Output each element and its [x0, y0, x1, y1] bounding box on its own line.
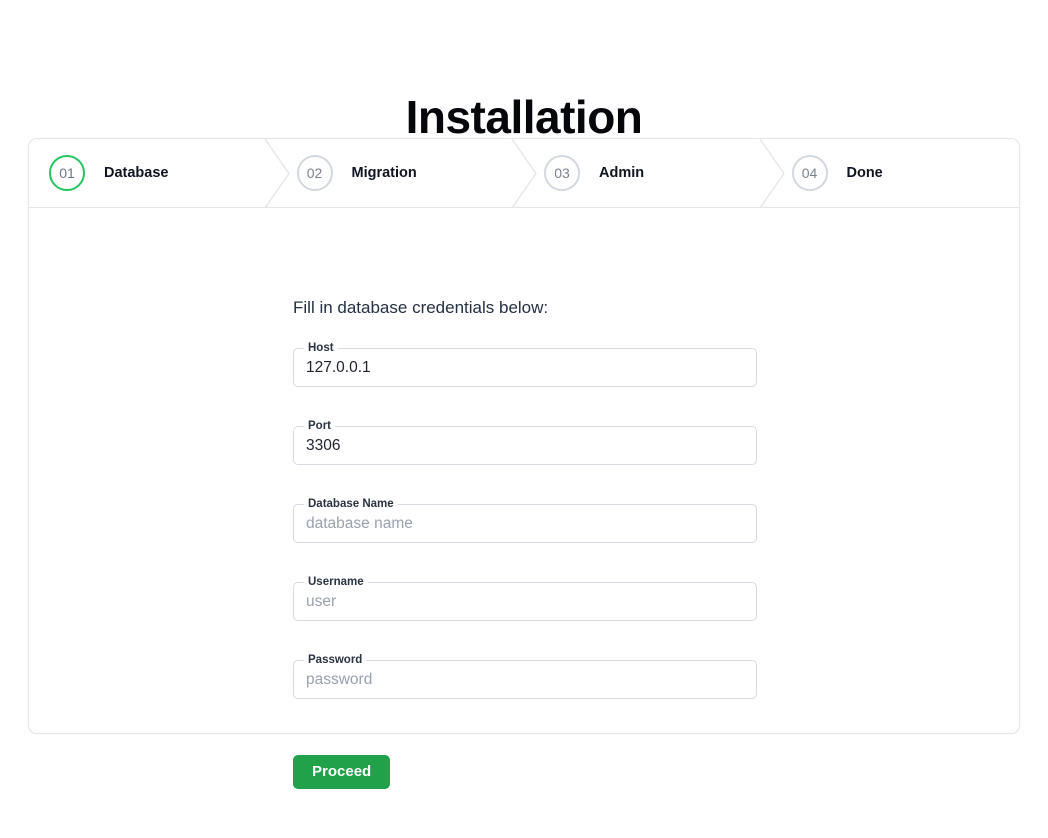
host-input[interactable]	[306, 348, 745, 387]
field-port: Port	[293, 426, 757, 465]
stepper-step-migration[interactable]: 02 Migration	[277, 139, 525, 207]
step-number-01: 01	[59, 165, 75, 181]
step-label-migration: Migration	[352, 165, 417, 181]
step-label-database: Database	[104, 165, 168, 181]
step-number-02: 02	[307, 165, 323, 181]
field-username: Username	[293, 582, 757, 621]
form-intro-text: Fill in database credentials below:	[293, 297, 548, 319]
step-number-03: 03	[554, 165, 570, 181]
step-number-circle-02: 02	[297, 155, 333, 191]
stepper-step-admin[interactable]: 03 Admin	[524, 139, 772, 207]
password-input[interactable]	[306, 660, 745, 699]
installation-card: 01 Database 02 Migration 03	[28, 138, 1020, 734]
installation-page: Installation 01 Database 02 Migration	[0, 0, 1048, 838]
step-number-circle-01: 01	[49, 155, 85, 191]
installation-stepper: 01 Database 02 Migration 03	[29, 139, 1019, 208]
field-database-name: Database Name	[293, 504, 757, 543]
database-name-input[interactable]	[306, 504, 745, 543]
proceed-button[interactable]: Proceed	[293, 755, 390, 789]
step-number-circle-04: 04	[792, 155, 828, 191]
step-number-circle-03: 03	[544, 155, 580, 191]
field-password: Password	[293, 660, 757, 699]
step-label-done: Done	[847, 165, 883, 181]
username-input[interactable]	[306, 582, 745, 621]
step-number-04: 04	[802, 165, 818, 181]
stepper-step-database[interactable]: 01 Database	[29, 139, 277, 207]
installation-card-body: Fill in database credentials below: Host…	[29, 208, 1019, 734]
field-host: Host	[293, 348, 757, 387]
port-input[interactable]	[306, 426, 745, 465]
stepper-step-done[interactable]: 04 Done	[772, 139, 1020, 207]
step-label-admin: Admin	[599, 165, 644, 181]
database-credentials-form: Host Port Database Name Username	[293, 348, 757, 738]
